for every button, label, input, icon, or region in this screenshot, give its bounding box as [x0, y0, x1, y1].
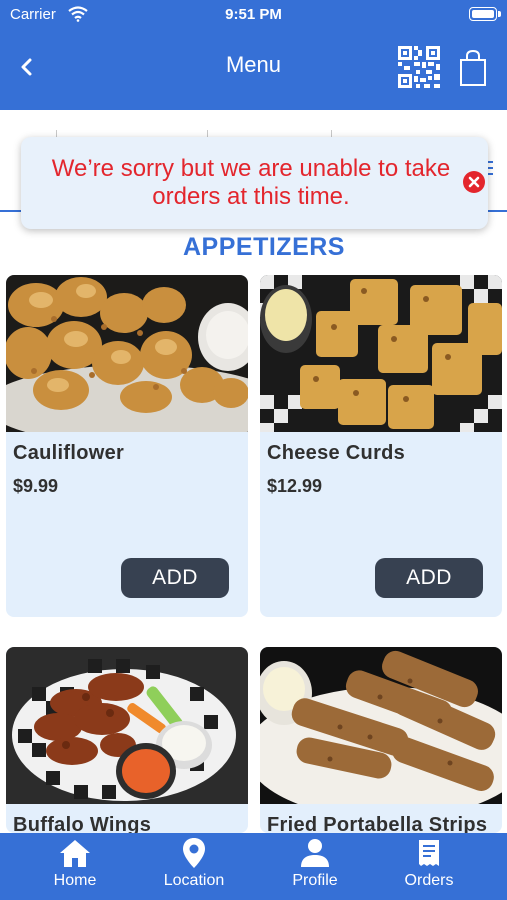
nav-bar: Menu: [0, 30, 507, 108]
item-name: Cheese Curds: [267, 442, 406, 464]
tab-location[interactable]: Location: [144, 833, 244, 900]
qr-code-icon[interactable]: [398, 46, 440, 88]
menu-item-card[interactable]: Buffalo Wings: [6, 647, 248, 833]
alert-message: We’re sorry but we are unable to take or…: [51, 155, 451, 210]
status-bar: Carrier 9:51 PM: [0, 0, 507, 30]
tab-label: Profile: [292, 872, 338, 889]
shopping-bag-icon[interactable]: [457, 48, 489, 88]
section-title: APPETIZERS: [183, 233, 345, 261]
tab-label: Home: [53, 872, 97, 889]
close-circle-icon[interactable]: [462, 170, 486, 194]
item-name: Fried Portabella Strips: [267, 814, 488, 833]
clock: 9:51 PM: [225, 6, 282, 23]
item-price: $9.99: [13, 476, 59, 496]
menu-item-card[interactable]: Cauliflower $9.99 ADD: [6, 275, 248, 617]
tab-label: Location: [163, 872, 225, 889]
tab-home[interactable]: Home: [25, 833, 125, 900]
menu-item-card[interactable]: Fried Portabella Strips: [260, 647, 502, 833]
item-price: $12.99: [267, 476, 323, 496]
cauliflower-photo: [6, 275, 248, 432]
menu-item-card[interactable]: Cheese Curds $12.99 ADD: [260, 275, 502, 617]
tab-orders[interactable]: Orders: [379, 833, 479, 900]
portabella-strips-photo: [260, 647, 502, 804]
home-icon: [60, 840, 90, 867]
bottom-tab-bar: Home Location Profile Orders: [0, 833, 507, 900]
battery-icon: [469, 7, 501, 21]
tab-label: Orders: [404, 872, 454, 889]
buffalo-wings-photo: [6, 647, 248, 804]
add-button[interactable]: ADD: [375, 558, 483, 598]
receipt-icon: [419, 840, 439, 866]
tab-profile[interactable]: Profile: [265, 833, 365, 900]
order-unavailable-alert: We’re sorry but we are unable to take or…: [21, 137, 488, 229]
cheese-curds-photo: [260, 275, 502, 432]
item-name: Buffalo Wings: [13, 814, 152, 833]
add-button[interactable]: ADD: [121, 558, 229, 598]
item-name: Cauliflower: [13, 442, 125, 464]
map-pin-icon: [183, 838, 205, 868]
user-icon: [301, 839, 329, 867]
